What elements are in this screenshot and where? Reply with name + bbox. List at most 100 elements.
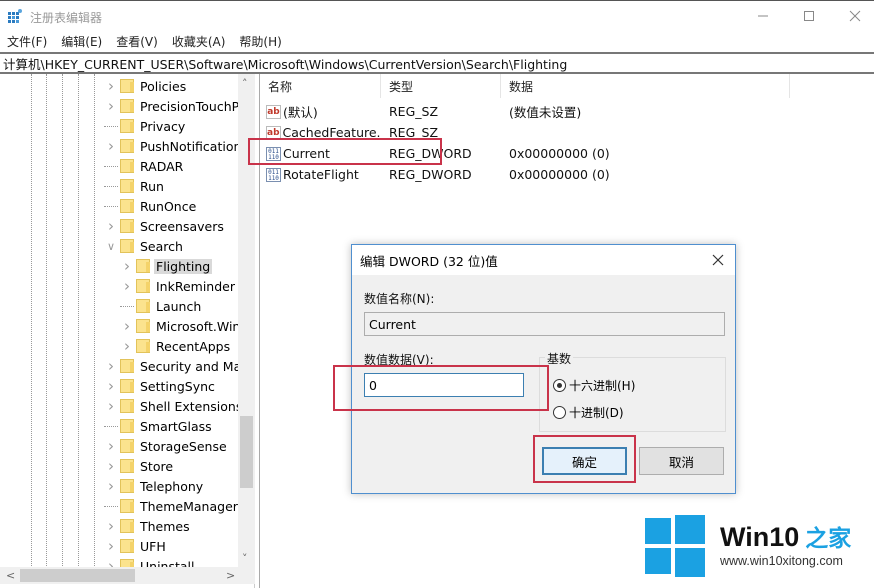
list-header: 名称 类型 数据 (260, 74, 874, 98)
string-value-icon: ab (266, 104, 281, 119)
tree-item[interactable]: › Microsoft.Wind (120, 316, 250, 336)
chevron-right-icon[interactable]: › (120, 257, 134, 275)
folder-icon (120, 439, 134, 453)
annotation-highlight-data (333, 365, 549, 411)
tree-item[interactable]: ThemeManager (104, 496, 240, 516)
tree-horizontal-scroll-thumb[interactable] (20, 569, 135, 582)
tree-item[interactable]: RADAR (104, 156, 185, 176)
tree-item[interactable]: › UFH (104, 536, 168, 556)
tree-item[interactable]: › Store (104, 456, 175, 476)
chevron-right-icon[interactable]: › (104, 217, 118, 235)
tree-item-label: RecentApps (156, 338, 231, 354)
tree-item[interactable]: Run (104, 176, 166, 196)
value-name-field[interactable]: Current (364, 312, 725, 336)
tree-item[interactable]: Privacy (104, 116, 187, 136)
chevron-down-icon[interactable]: ∨ (104, 240, 118, 253)
tree-item-label: Store (140, 458, 174, 474)
value-data: 0x00000000 (0) (509, 146, 610, 161)
address-bar[interactable]: 计算机\HKEY_CURRENT_USER\Software\Microsoft… (0, 52, 874, 74)
value-row[interactable]: ab (默认) REG_SZ (数值未设置) (260, 101, 581, 122)
menu-help[interactable]: 帮助(H) (232, 33, 288, 50)
folder-icon (120, 419, 134, 433)
scroll-up-icon[interactable]: ˄ (242, 77, 248, 90)
tree-item[interactable]: › Telephony (104, 476, 205, 496)
tree-item-label: Launch (156, 298, 202, 314)
column-header-data[interactable]: 数据 (501, 74, 790, 98)
folder-icon (120, 499, 134, 513)
close-icon (849, 10, 861, 22)
chevron-right-icon[interactable]: › (104, 537, 118, 555)
folder-icon (120, 459, 134, 473)
tree-item[interactable]: ∨ Search (104, 236, 185, 256)
cancel-button[interactable]: 取消 (639, 447, 724, 475)
value-name-label: 数值名称(N): (364, 292, 435, 306)
chevron-right-icon[interactable]: › (104, 357, 118, 375)
tree-item[interactable]: RunOnce (104, 196, 198, 216)
tree-item-label: SettingSync (140, 378, 215, 394)
menu-view[interactable]: 查看(V) (109, 33, 165, 50)
menu-file[interactable]: 文件(F) (0, 33, 54, 50)
tree-vertical-scroll-thumb[interactable] (240, 416, 253, 488)
tree-item[interactable]: › InkReminder (120, 276, 237, 296)
chevron-right-icon[interactable]: › (104, 477, 118, 495)
tree-item[interactable]: › Flighting (120, 256, 213, 276)
radio-decimal[interactable]: 十进制(D) (553, 404, 624, 421)
tree-guide-line (78, 74, 79, 568)
chevron-right-icon[interactable]: › (104, 457, 118, 475)
tree-item[interactable]: SmartGlass (104, 416, 214, 436)
chevron-right-icon[interactable]: › (104, 97, 118, 115)
tree-item[interactable]: › Policies (104, 76, 188, 96)
menu-favorites[interactable]: 收藏夹(A) (165, 33, 233, 50)
tree-item[interactable]: › Themes (104, 516, 192, 536)
maximize-icon (804, 11, 814, 21)
tree-item[interactable]: › Screensavers (104, 216, 226, 236)
chevron-right-icon[interactable]: › (104, 137, 118, 155)
column-header-name[interactable]: 名称 (260, 74, 381, 98)
column-header-type[interactable]: 类型 (381, 74, 501, 98)
menu-edit[interactable]: 编辑(E) (54, 33, 109, 50)
dialog-close-button[interactable] (707, 249, 729, 271)
dialog-title: 编辑 DWORD (32 位)值 (360, 253, 498, 269)
tree-connector (104, 125, 118, 127)
tree-item-label: Flighting (154, 258, 213, 274)
chevron-right-icon[interactable]: › (104, 517, 118, 535)
scroll-down-icon[interactable]: ˅ (242, 552, 248, 565)
chevron-right-icon[interactable]: › (120, 277, 134, 295)
windows-logo-icon (645, 515, 705, 578)
tree-connector (120, 305, 134, 307)
tree-item-label: ThemeManager (140, 498, 238, 514)
radio-unchecked-icon (553, 406, 566, 419)
tree-item[interactable]: › SettingSync (104, 376, 217, 396)
folder-icon (136, 259, 150, 273)
chevron-right-icon[interactable]: › (104, 377, 118, 395)
tree-item-label: RADAR (140, 158, 184, 174)
tree-item[interactable]: Launch (120, 296, 203, 316)
tree-item[interactable]: › RecentApps (120, 336, 232, 356)
value-row[interactable]: 011 110 RotateFlight REG_DWORD 0x00000000 … (260, 164, 610, 185)
tree-connector (104, 205, 118, 207)
tree-item[interactable]: › PushNotifications (104, 136, 250, 156)
tree-item-label: Privacy (140, 118, 186, 134)
scroll-left-icon[interactable]: < (6, 569, 15, 582)
tree-guide-line (31, 74, 32, 568)
chevron-right-icon[interactable]: › (104, 397, 118, 415)
tree-item[interactable]: › Security and Mai (104, 356, 247, 376)
tree-item[interactable]: › Shell Extensions (104, 396, 244, 416)
chevron-right-icon[interactable]: › (104, 77, 118, 95)
tree-item[interactable]: › PrecisionTouchPa (104, 96, 248, 116)
scroll-right-icon[interactable]: > (226, 569, 235, 582)
maximize-button[interactable] (786, 1, 832, 31)
minimize-button[interactable] (740, 1, 786, 31)
chevron-right-icon[interactable]: › (104, 437, 118, 455)
chevron-right-icon[interactable]: › (120, 337, 134, 355)
dialog-title-bar: 编辑 DWORD (32 位)值 (352, 245, 735, 275)
tree-item-label: UFH (140, 538, 166, 554)
tree-connector (104, 185, 118, 187)
chevron-right-icon[interactable]: › (120, 317, 134, 335)
tree-item[interactable]: › StorageSense (104, 436, 229, 456)
tree-guide-line (62, 74, 63, 568)
radio-hexadecimal[interactable]: 十六进制(H) (553, 377, 635, 394)
registry-editor-icon (8, 9, 22, 23)
close-button[interactable] (832, 1, 874, 31)
folder-icon (136, 299, 150, 313)
